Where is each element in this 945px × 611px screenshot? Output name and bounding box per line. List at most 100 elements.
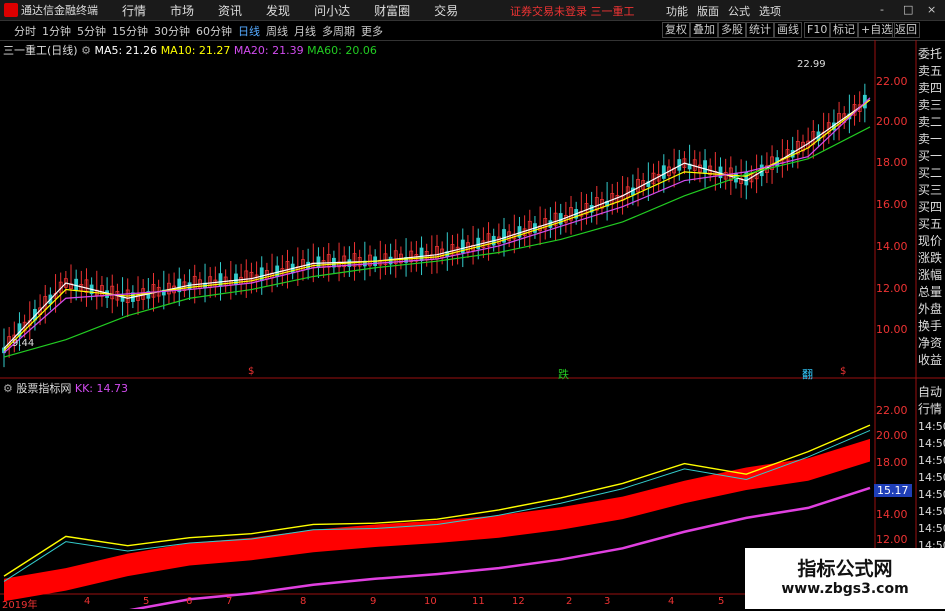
login-notice[interactable]: 证券交易未登录 三一重工 bbox=[510, 3, 635, 19]
x-tick: 10 bbox=[424, 596, 437, 607]
candle-body bbox=[17, 323, 22, 337]
candle-body bbox=[311, 262, 316, 269]
period-tab-15min[interactable]: 15分钟 bbox=[112, 23, 148, 39]
time-label: 14:50 bbox=[918, 437, 945, 450]
side-sub-item[interactable]: 行情 bbox=[918, 401, 945, 418]
candle-body bbox=[182, 281, 187, 292]
period-tab-multi[interactable]: 多周期 bbox=[322, 23, 355, 39]
candle-body bbox=[130, 292, 135, 302]
main-chart-legend: 三一重工(日线) ⚙ MA5: 21.26 MA10: 21.27 MA20: … bbox=[3, 42, 377, 58]
candle-body bbox=[58, 281, 63, 294]
candle-body bbox=[399, 253, 403, 264]
x-tick: 3 bbox=[604, 596, 611, 607]
overlay-button[interactable]: 叠加 bbox=[690, 22, 718, 38]
candle-body bbox=[424, 251, 429, 261]
menu-layout[interactable]: 版面 bbox=[697, 3, 719, 19]
candle-body bbox=[115, 290, 120, 301]
menu-market-quotes[interactable]: 行情 bbox=[122, 2, 146, 19]
menu-options[interactable]: 选项 bbox=[759, 3, 781, 19]
app-title: 通达信金融终端 bbox=[21, 4, 98, 17]
candle-body bbox=[125, 289, 130, 304]
candle-body bbox=[301, 259, 305, 271]
candle-body bbox=[491, 235, 496, 246]
candle-body bbox=[326, 254, 331, 268]
candle-body bbox=[306, 261, 311, 270]
maximize-button[interactable]: □ bbox=[903, 3, 913, 16]
time-label: 14:50 bbox=[918, 505, 945, 518]
period-tab-30min[interactable]: 30分钟 bbox=[154, 23, 190, 39]
ma-line-ma20 bbox=[3, 97, 871, 354]
side-item: 换手 bbox=[918, 319, 943, 333]
statistics-button[interactable]: 统计 bbox=[746, 22, 774, 38]
candle-body bbox=[620, 194, 625, 201]
adjust-button[interactable]: 复权 bbox=[662, 22, 690, 38]
candle-body bbox=[228, 279, 233, 286]
period-tab-weekly[interactable]: 周线 bbox=[266, 23, 288, 39]
multi-stock-button[interactable]: 多股 bbox=[718, 22, 746, 38]
menu-functions[interactable]: 功能 bbox=[666, 3, 688, 19]
side-item[interactable]: 委托 bbox=[918, 46, 945, 63]
side-sub-item[interactable]: 自动 bbox=[918, 384, 945, 401]
candle-body bbox=[816, 131, 821, 142]
candle-body bbox=[89, 284, 94, 295]
candle-body bbox=[69, 283, 73, 290]
candle-body bbox=[404, 257, 408, 263]
menu-ask[interactable]: 问小达 bbox=[314, 2, 350, 19]
period-tab-timeshare[interactable]: 分时 bbox=[14, 23, 36, 39]
menu-news[interactable]: 资讯 bbox=[218, 2, 242, 19]
time-label: 14:50 bbox=[918, 420, 945, 433]
period-tab-more[interactable]: 更多 bbox=[361, 23, 383, 39]
kline-chart[interactable] bbox=[0, 0, 945, 609]
candle-body bbox=[574, 209, 579, 219]
minimize-button[interactable]: - bbox=[880, 3, 884, 16]
candle-body bbox=[2, 347, 6, 354]
candle-body bbox=[734, 172, 738, 183]
period-tab-5min[interactable]: 5分钟 bbox=[77, 23, 106, 39]
menu-trade[interactable]: 交易 bbox=[434, 2, 458, 19]
candle-body bbox=[167, 282, 171, 295]
side-item: 涨幅 bbox=[918, 268, 943, 282]
close-button[interactable]: × bbox=[927, 3, 936, 16]
x-tick: 4 bbox=[668, 596, 675, 607]
menu-formula[interactable]: 公式 bbox=[728, 3, 750, 19]
period-tab-1min[interactable]: 1分钟 bbox=[42, 23, 71, 39]
period-tab-daily[interactable]: 日线 bbox=[238, 23, 260, 39]
menu-discover[interactable]: 发现 bbox=[266, 2, 290, 19]
candle-body bbox=[419, 247, 424, 262]
f10-button[interactable]: F10 bbox=[804, 22, 831, 38]
add-watchlist-button[interactable]: +自选 bbox=[858, 22, 896, 38]
kk-label: KK: 14.73 bbox=[74, 382, 128, 395]
candle-body bbox=[38, 307, 42, 316]
side-item: 涨跌 bbox=[918, 251, 943, 265]
candle-body bbox=[203, 282, 207, 289]
settings-gear-icon[interactable]: ⚙ bbox=[81, 44, 91, 57]
candle-body bbox=[63, 278, 68, 288]
y-tick: 12.00 bbox=[876, 282, 908, 295]
candle-body bbox=[476, 237, 481, 250]
mark-button[interactable]: 标记 bbox=[830, 22, 858, 38]
candle-body bbox=[249, 271, 254, 284]
candle-body bbox=[373, 256, 378, 266]
ma10-label: MA10: 21.27 bbox=[160, 44, 231, 57]
x-tick: 11 bbox=[472, 596, 485, 607]
sub-side-panel: 自动 行情 14:50 14:50 14:50 14:50 14:50 14:5… bbox=[918, 384, 945, 554]
candle-body bbox=[234, 273, 238, 286]
settings-gear-icon[interactable]: ⚙ bbox=[3, 382, 13, 395]
candle-body bbox=[749, 172, 754, 183]
candle-body bbox=[538, 225, 542, 232]
period-tab-monthly[interactable]: 月线 bbox=[294, 23, 316, 39]
candle-body bbox=[388, 256, 393, 265]
draw-line-button[interactable]: 画线 bbox=[774, 22, 802, 38]
back-button[interactable]: 返回 bbox=[892, 22, 920, 38]
x-tick: 6 bbox=[186, 596, 193, 607]
y-tick: 20.00 bbox=[876, 115, 908, 128]
candle-body bbox=[270, 272, 274, 279]
candle-body bbox=[347, 259, 352, 267]
candle-body bbox=[141, 288, 146, 300]
candle-body bbox=[780, 158, 785, 164]
menu-market[interactable]: 市场 bbox=[170, 2, 194, 19]
candle-body bbox=[213, 279, 218, 288]
period-tab-60min[interactable]: 60分钟 bbox=[196, 23, 232, 39]
candle-body bbox=[383, 253, 388, 265]
menu-wealth[interactable]: 财富圈 bbox=[374, 2, 410, 19]
